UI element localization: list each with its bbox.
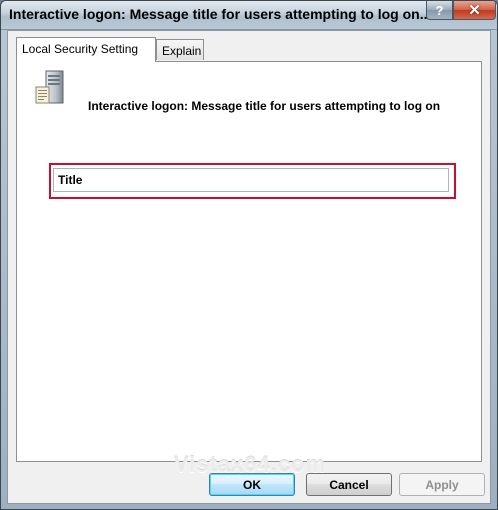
ok-button[interactable]: OK — [209, 473, 295, 496]
tab-local-security-setting[interactable]: Local Security Setting — [16, 37, 156, 62]
tab-panel-local-security-setting: Interactive logon: Message title for use… — [16, 61, 482, 462]
title-bar[interactable]: Interactive logon: Message title for use… — [1, 1, 497, 30]
policy-heading: Interactive logon: Message title for use… — [88, 99, 441, 113]
message-title-input[interactable] — [53, 168, 449, 192]
help-icon: ? — [435, 2, 444, 18]
close-button[interactable]: ✕ — [453, 1, 496, 20]
server-computer-icon — [35, 70, 64, 104]
tab-explain[interactable]: Explain — [156, 39, 204, 60]
apply-button[interactable]: Apply — [399, 473, 485, 496]
cancel-button[interactable]: Cancel — [306, 473, 392, 496]
policy-dialog-window: Interactive logon: Message title for use… — [0, 0, 498, 510]
window-title: Interactive logon: Message title for use… — [9, 6, 432, 22]
close-icon: ✕ — [468, 2, 481, 19]
dialog-client-area: Local Security Setting Explain Interacti… — [7, 30, 491, 504]
help-button[interactable]: ? — [426, 1, 453, 20]
